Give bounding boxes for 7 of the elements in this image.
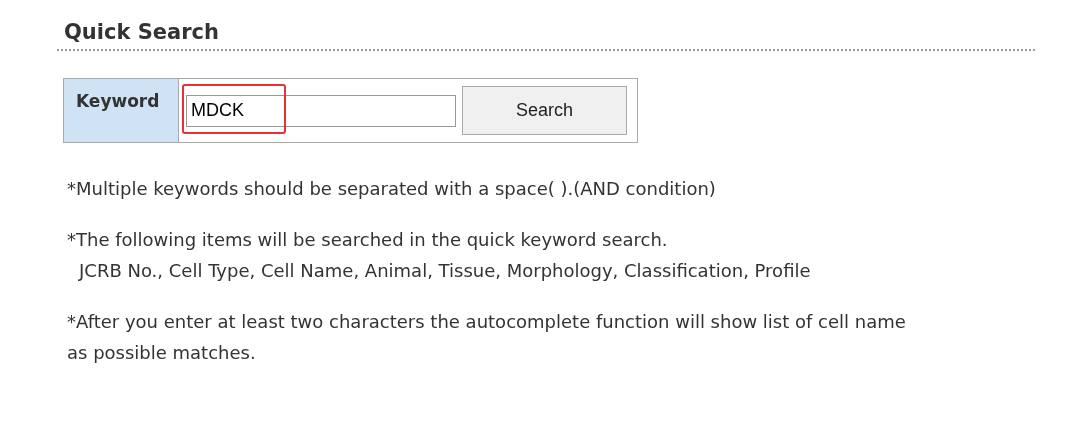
keyword-field[interactable]: MDCK (186, 94, 456, 127)
keyword-label: Keyword (64, 79, 179, 143)
note-text: *Multiple keywords should be separated with a space( ).(AND condition) (67, 177, 717, 202)
note-text: *The following items will be searched in the quick keyword search. JCRB No., Cell Type, Cell Name, Animal, Tissue, Morphology, Classification, Profile (67, 228, 812, 284)
search-button[interactable]: Search (462, 86, 627, 136)
section-title: Quick Search (63, 20, 221, 46)
note-text: *After you enter at least two characters the autocomplete function will show list of cell name as possible matches. (67, 310, 907, 366)
